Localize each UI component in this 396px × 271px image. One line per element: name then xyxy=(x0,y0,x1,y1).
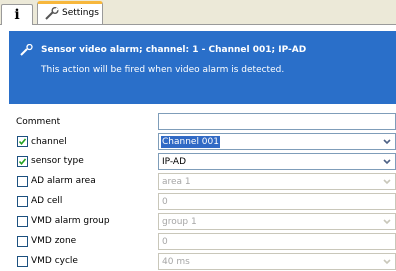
tab-info[interactable]: i xyxy=(1,4,33,25)
ad-alarm-area-checkbox[interactable] xyxy=(17,176,28,187)
action-banner: Sensor video alarm; channel: 1 - Channel… xyxy=(9,31,396,104)
wrench-icon xyxy=(20,44,33,56)
vmd-cycle-select[interactable]: 40 ms xyxy=(158,253,396,270)
banner-description: This action will be fired when video ala… xyxy=(41,65,285,75)
banner-title: Sensor video alarm; channel: 1 - Channel… xyxy=(41,45,307,55)
ad-cell-label: AD cell xyxy=(31,196,63,206)
wrench-icon xyxy=(45,7,59,20)
ad-alarm-area-value: area 1 xyxy=(162,177,191,187)
vmd-zone-input[interactable]: 0 xyxy=(158,233,396,250)
chevron-down-icon[interactable] xyxy=(380,155,394,168)
chevron-down-icon xyxy=(383,219,391,225)
channel-label: channel xyxy=(31,137,67,147)
checkmark-icon xyxy=(18,138,27,146)
ad-cell-value: 0 xyxy=(162,197,168,207)
chevron-down-icon[interactable] xyxy=(380,135,394,148)
tab-strip: i Settings xyxy=(0,0,396,25)
tab-settings-label: Settings xyxy=(62,8,99,18)
vmd-cycle-value: 40 ms xyxy=(162,257,190,267)
vmd-zone-value: 0 xyxy=(162,237,168,247)
tab-settings[interactable]: Settings xyxy=(37,1,103,24)
vmd-alarm-group-checkbox[interactable] xyxy=(17,216,28,227)
comment-label: Comment xyxy=(16,117,61,127)
channel-select[interactable]: Channel 001 xyxy=(158,133,396,150)
ad-cell-input[interactable]: 0 xyxy=(158,193,396,210)
comment-field[interactable] xyxy=(158,113,396,130)
chevron-down-icon xyxy=(383,179,391,185)
ad-alarm-area-label: AD alarm area xyxy=(31,176,96,186)
vmd-alarm-group-select[interactable]: group 1 xyxy=(158,213,396,230)
vmd-cycle-label: VMD cycle xyxy=(31,256,78,266)
channel-value: Channel 001 xyxy=(161,136,220,148)
info-icon: i xyxy=(14,7,20,23)
ad-alarm-area-select[interactable]: area 1 xyxy=(158,173,396,190)
sensor-type-value: IP-AD xyxy=(162,157,187,167)
chevron-down-icon xyxy=(383,259,391,265)
channel-checkbox[interactable] xyxy=(17,136,28,147)
sensor-type-select[interactable]: IP-AD xyxy=(158,153,396,170)
vmd-zone-checkbox[interactable] xyxy=(17,236,28,247)
sensor-type-label: sensor type xyxy=(31,156,84,166)
vmd-cycle-checkbox[interactable] xyxy=(17,256,28,267)
sensor-type-checkbox[interactable] xyxy=(17,156,28,167)
ad-cell-checkbox[interactable] xyxy=(17,196,28,207)
checkmark-icon xyxy=(18,158,27,166)
vmd-alarm-group-label: VMD alarm group xyxy=(31,216,110,226)
vmd-zone-label: VMD zone xyxy=(31,236,77,246)
vmd-alarm-group-value: group 1 xyxy=(162,217,197,227)
